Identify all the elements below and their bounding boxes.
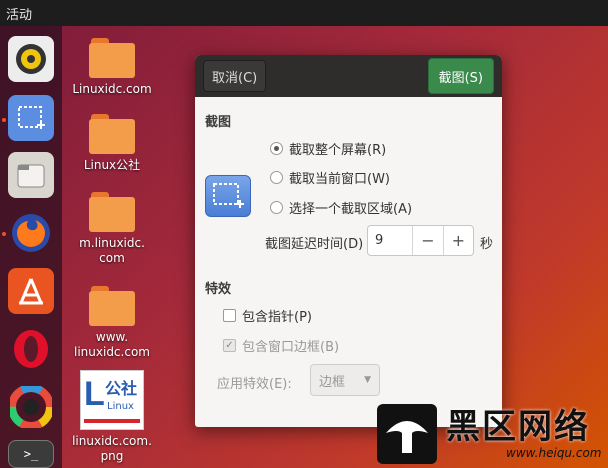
desktop-item-png-file[interactable]: L 公社 Linux linuxidc.com. png (66, 370, 158, 464)
activities-button[interactable]: 活动 (6, 4, 32, 23)
screenshot-launcher[interactable] (8, 95, 54, 141)
delay-value[interactable]: 9 (368, 226, 412, 255)
folder-icon (89, 286, 135, 326)
screenshot-dialog: 取消(C) 截图(S) 截图 截取整个屏幕(R) 截取当前窗口(W) 选择一个截… (195, 55, 502, 427)
desktop-item-label: m.linuxidc. com (79, 236, 145, 265)
effect-dropdown-value: 边框 (319, 374, 346, 390)
apply-effect-label: 应用特效(E): (217, 377, 292, 392)
firefox-icon (12, 214, 50, 252)
terminal-icon: >_ (23, 447, 39, 461)
include-pointer-label: 包含指针(P) (242, 310, 312, 325)
include-border-checkbox[interactable]: ✓ (223, 339, 236, 352)
folder-icon (89, 192, 135, 232)
option-current-window-label: 截取当前窗口(W) (289, 172, 390, 187)
rhythmbox-launcher[interactable] (8, 36, 54, 82)
include-pointer-checkbox[interactable] (223, 309, 236, 322)
watermark-url: www.heiqu.com (506, 446, 602, 460)
desktop-item-label: www. linuxidc.com (74, 330, 150, 359)
dialog-header: 取消(C) 截图(S) (195, 55, 502, 97)
folder-icon (89, 114, 135, 154)
running-indicator (2, 232, 6, 236)
running-indicator (2, 118, 6, 122)
thumbnail-logo-l: L (84, 375, 105, 413)
option-full-screen[interactable]: 截取整个屏幕(R) (270, 139, 386, 158)
folder-icon (89, 38, 135, 78)
delay-stepper[interactable]: 9 − + (367, 225, 474, 256)
desktop-item-linux-gongshe[interactable]: Linux公社 (66, 114, 158, 173)
thumbnail-logo-text: 公社 (105, 379, 138, 398)
delay-label: 截图延迟时间(D) (265, 237, 364, 252)
thumbnail-logo-sub: Linux (107, 401, 134, 412)
desktop-item-label: Linuxidc.com (72, 82, 152, 96)
include-border-label: 包含窗口边框(B) (242, 340, 340, 355)
image-thumbnail: L 公社 Linux (80, 370, 144, 430)
radio-full-screen[interactable] (270, 142, 283, 155)
screenshot-app-icon (205, 175, 251, 217)
color-wheel-icon (10, 386, 52, 428)
take-screenshot-button[interactable]: 截图(S) (427, 58, 494, 94)
radio-select-area[interactable] (270, 201, 283, 214)
chevron-down-icon: ▼ (364, 375, 371, 385)
increase-button[interactable]: + (442, 226, 473, 255)
opera-icon (14, 330, 48, 368)
software-center-icon (19, 278, 43, 305)
dock: >_ (0, 26, 62, 468)
files-launcher[interactable] (8, 152, 54, 198)
color-launcher[interactable] (8, 384, 54, 430)
effects-section-title: 特效 (205, 282, 232, 297)
effect-dropdown[interactable]: 边框 ▼ (310, 364, 380, 396)
speaker-icon (16, 44, 46, 74)
watermark: 黑区网络 www.heiqu.com (376, 400, 608, 468)
file-manager-icon (17, 164, 45, 188)
delay-unit: 秒 (480, 237, 494, 252)
desktop-item-linuxidc-com[interactable]: Linuxidc.com (66, 38, 158, 97)
desktop-item-label: linuxidc.com. png (72, 434, 152, 463)
desktop-item-label: Linux公社 (83, 158, 141, 172)
firefox-launcher[interactable] (8, 210, 54, 256)
terminal-launcher[interactable]: >_ (8, 440, 54, 468)
option-full-screen-label: 截取整个屏幕(R) (289, 143, 387, 158)
cancel-button[interactable]: 取消(C) (203, 60, 267, 92)
decrease-button[interactable]: − (412, 226, 442, 255)
screenshot-icon (18, 106, 45, 129)
include-border-option[interactable]: ✓ 包含窗口边框(B) (223, 336, 339, 355)
top-bar: 活动 (0, 0, 608, 26)
opera-launcher[interactable] (8, 326, 54, 372)
software-launcher[interactable] (8, 268, 54, 314)
include-pointer-option[interactable]: 包含指针(P) (223, 306, 312, 325)
option-current-window[interactable]: 截取当前窗口(W) (270, 168, 390, 187)
screenshot-section-title: 截图 (205, 115, 232, 130)
thumbnail-stripe (84, 419, 140, 423)
option-select-area[interactable]: 选择一个截取区域(A) (270, 198, 412, 217)
watermark-text: 黑区网络 (446, 407, 590, 447)
mushroom-logo-icon (377, 404, 437, 464)
desktop-item-m-linuxidc[interactable]: m.linuxidc. com (66, 192, 158, 266)
radio-current-window[interactable] (270, 171, 283, 184)
desktop-item-www-linuxidc[interactable]: www. linuxidc.com (66, 286, 158, 360)
option-select-area-label: 选择一个截取区域(A) (289, 202, 413, 217)
